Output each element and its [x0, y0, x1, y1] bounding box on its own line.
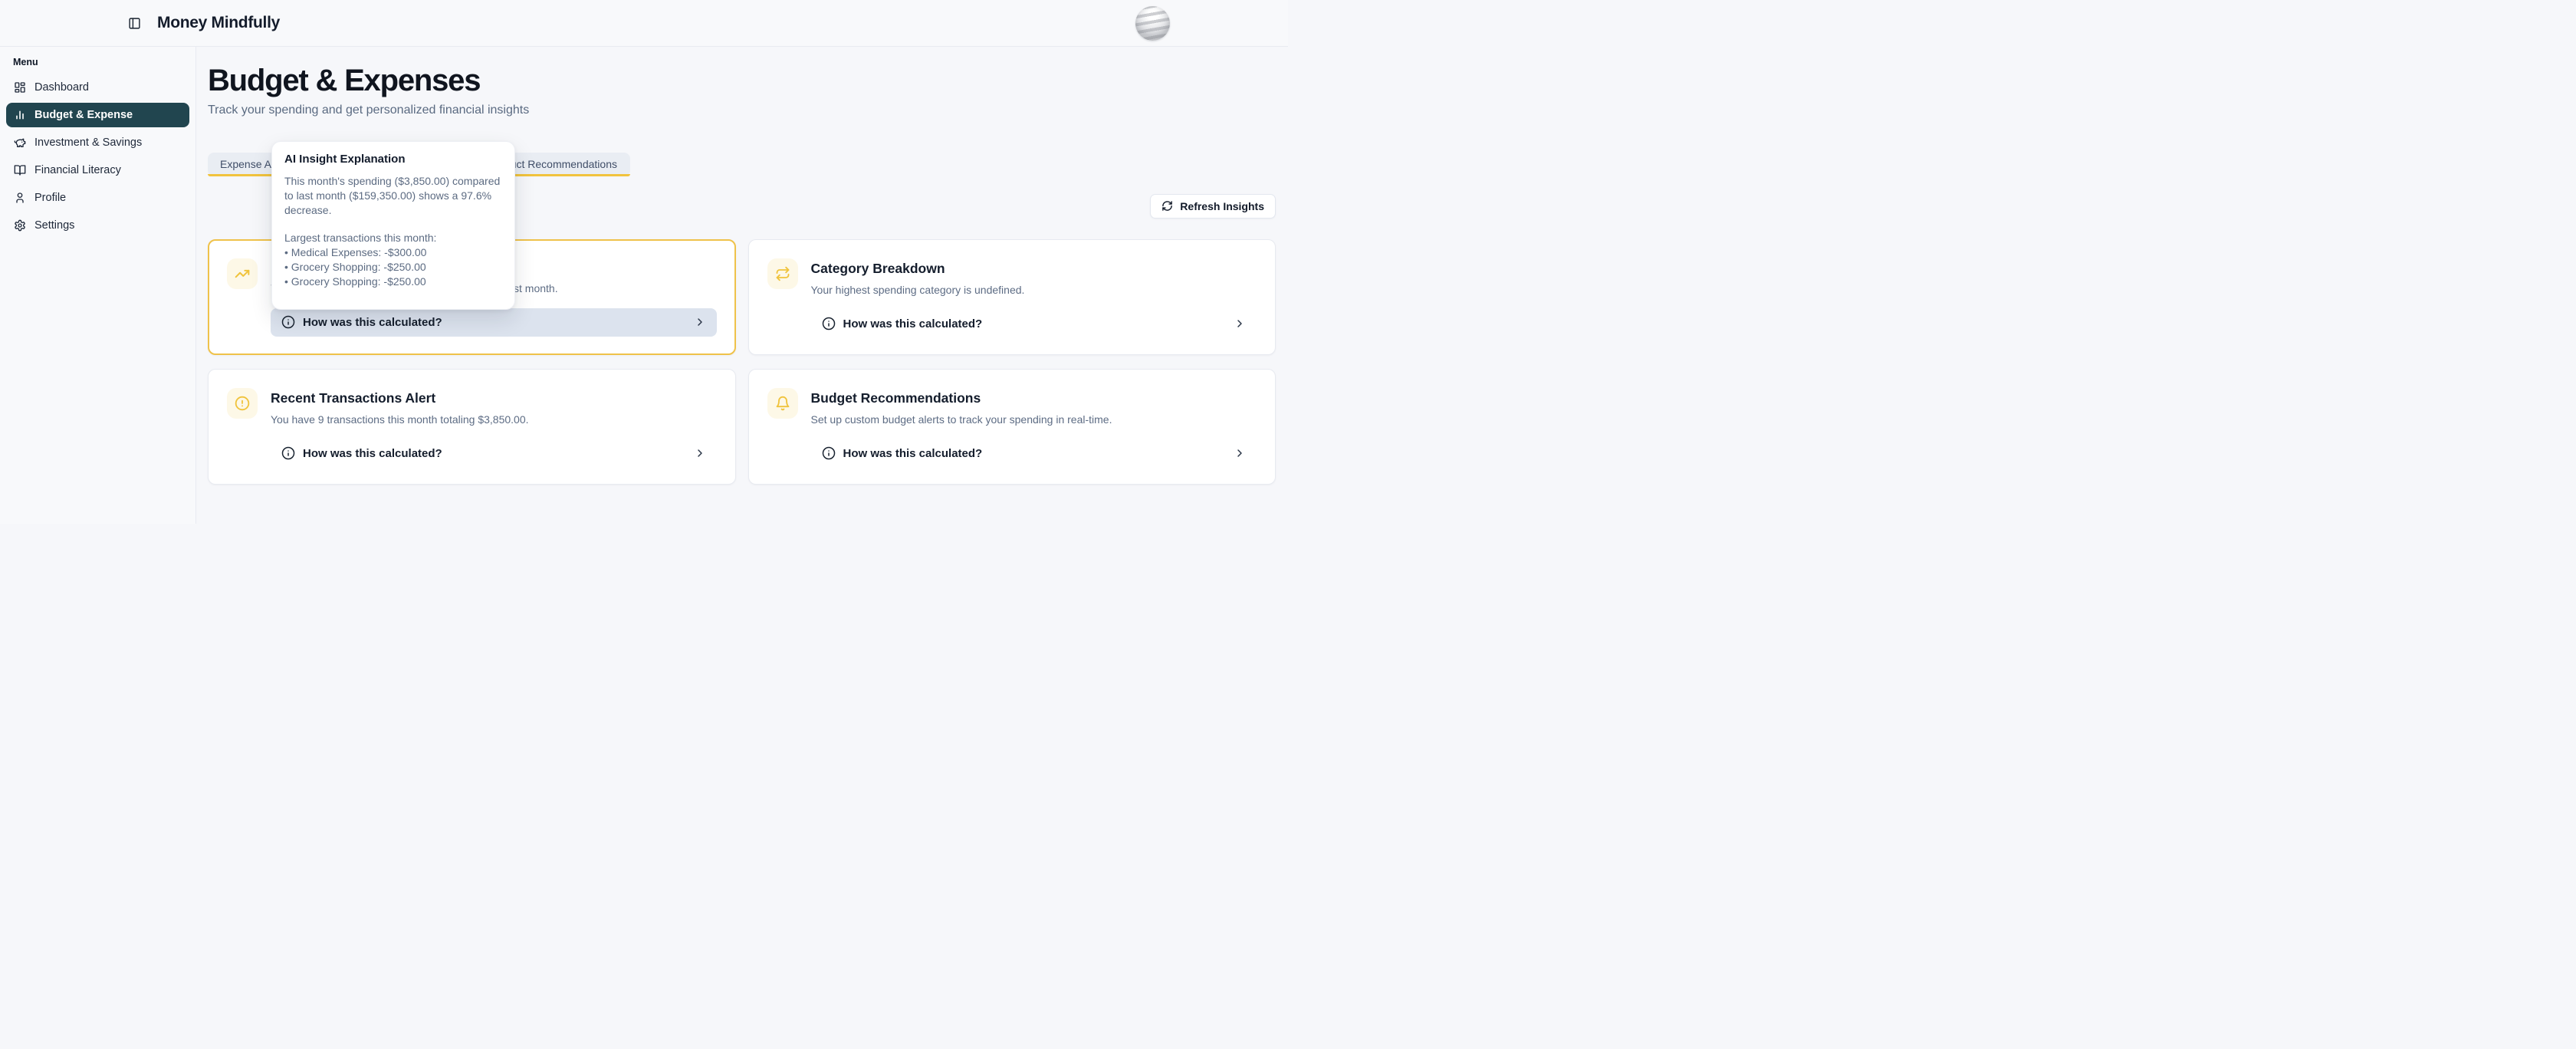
app-window: Money Mindfully Menu Dashboard Budget & …	[0, 0, 1288, 524]
how-calculated-row[interactable]: How was this calculated?	[811, 310, 1257, 338]
popover-list-intro: Largest transactions this month:	[284, 231, 502, 245]
card-description: Set up custom budget alerts to track you…	[811, 413, 1257, 426]
page-title: Budget & Expenses	[208, 65, 1276, 97]
repeat-icon	[767, 258, 798, 289]
card-description: You have 9 transactions this month total…	[271, 413, 717, 426]
how-calculated-row[interactable]: How was this calculated?	[811, 439, 1257, 468]
app-header: Money Mindfully	[0, 0, 1288, 47]
sidebar-item-label: Settings	[34, 219, 74, 232]
brand-title: Money Mindfully	[157, 14, 280, 32]
card-recent-transactions-alert: Recent Transactions Alert You have 9 tra…	[208, 369, 736, 485]
piggy-bank-icon	[14, 136, 26, 149]
dashboard-icon	[14, 81, 26, 94]
sidebar-item-budget-expense[interactable]: Budget & Expense	[6, 103, 189, 127]
sidebar-item-dashboard[interactable]: Dashboard	[6, 75, 189, 100]
chart-column-icon	[14, 109, 26, 121]
chevron-right-icon	[694, 316, 706, 328]
how-calculated-row[interactable]: How was this calculated?	[271, 308, 717, 337]
info-icon	[822, 446, 836, 460]
refresh-insights-button[interactable]: Refresh Insights	[1150, 194, 1276, 219]
sidebar-item-label: Investment & Savings	[34, 136, 142, 149]
how-calculated-label: How was this calculated?	[843, 447, 983, 460]
gear-icon	[14, 219, 26, 232]
sidebar-menu-label: Menu	[13, 57, 189, 67]
chevron-right-icon	[1234, 317, 1246, 330]
user-icon	[14, 192, 26, 204]
sidebar-item-settings[interactable]: Settings	[6, 213, 189, 238]
sidebar: Menu Dashboard Budget & Expense Investme…	[0, 47, 196, 524]
sidebar-item-label: Dashboard	[34, 81, 89, 94]
trending-up-icon	[227, 258, 258, 289]
sidebar-toggle-button[interactable]	[125, 14, 143, 32]
sidebar-item-label: Budget & Expense	[34, 109, 133, 121]
how-calculated-label: How was this calculated?	[843, 317, 983, 330]
popover-list-item: • Grocery Shopping: -$250.00	[284, 275, 502, 289]
sidebar-item-investment-savings[interactable]: Investment & Savings	[6, 130, 189, 155]
sidebar-item-financial-literacy[interactable]: Financial Literacy	[6, 158, 189, 183]
card-title: Recent Transactions Alert	[271, 390, 717, 406]
popover-paragraph: This month's spending ($3,850.00) compar…	[284, 174, 502, 217]
info-icon	[822, 317, 836, 330]
ai-insight-popover: AI Insight Explanation This month's spen…	[271, 141, 515, 310]
chevron-right-icon	[1234, 447, 1246, 459]
refresh-insights-label: Refresh Insights	[1180, 200, 1264, 212]
card-budget-recommendations: Budget Recommendations Set up custom bud…	[748, 369, 1276, 485]
sidebar-item-profile[interactable]: Profile	[6, 186, 189, 210]
book-open-icon	[14, 164, 26, 176]
info-icon	[281, 315, 295, 329]
popover-list-item: • Medical Expenses: -$300.00	[284, 245, 502, 260]
info-icon	[281, 446, 295, 460]
card-category-breakdown: Category Breakdown Your highest spending…	[748, 239, 1276, 355]
alert-circle-icon	[227, 388, 258, 419]
card-description: Your highest spending category is undefi…	[811, 284, 1257, 296]
panel-left-icon	[128, 17, 141, 30]
sidebar-item-label: Financial Literacy	[34, 164, 121, 176]
how-calculated-label: How was this calculated?	[303, 316, 442, 329]
avatar[interactable]	[1135, 6, 1170, 41]
popover-title: AI Insight Explanation	[284, 153, 502, 166]
chevron-right-icon	[694, 447, 706, 459]
sidebar-item-label: Profile	[34, 192, 66, 204]
popover-list-item: • Grocery Shopping: -$250.00	[284, 260, 502, 275]
card-title: Budget Recommendations	[811, 390, 1257, 406]
bell-icon	[767, 388, 798, 419]
card-title: Category Breakdown	[811, 261, 1257, 277]
page-subtitle: Track your spending and get personalized…	[208, 104, 1276, 117]
refresh-icon	[1162, 200, 1173, 212]
how-calculated-label: How was this calculated?	[303, 447, 442, 460]
how-calculated-row[interactable]: How was this calculated?	[271, 439, 717, 468]
